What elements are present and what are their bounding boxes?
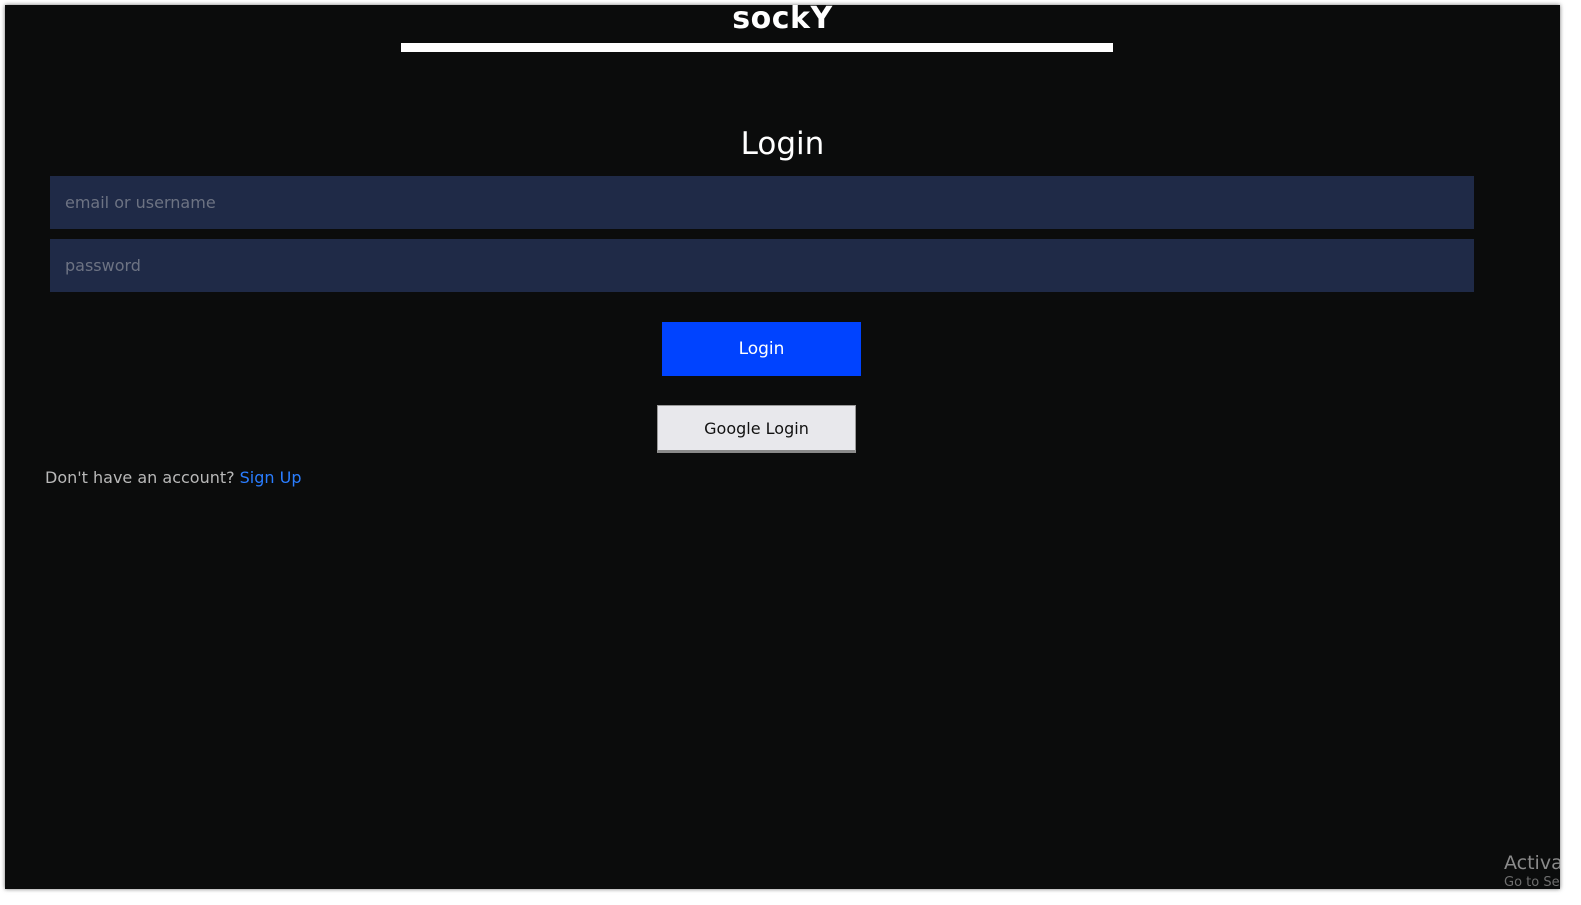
password-input[interactable] xyxy=(50,239,1474,292)
brand-logo: sockY xyxy=(732,5,833,36)
app-window: sockY Login Login Google Login Don't hav… xyxy=(5,5,1560,889)
signup-prompt: Don't have an account? xyxy=(45,468,235,487)
google-login-button[interactable]: Google Login xyxy=(657,405,856,453)
watermark-line-1: Activa xyxy=(1504,852,1560,874)
activation-watermark: Activa Go to Se xyxy=(1504,851,1560,889)
username-input[interactable] xyxy=(50,176,1474,229)
signup-row: Don't have an account? Sign Up xyxy=(45,468,301,487)
login-button[interactable]: Login xyxy=(662,322,861,376)
signup-link[interactable]: Sign Up xyxy=(240,468,302,487)
watermark-line-2: Go to Se xyxy=(1504,875,1560,889)
page-title: Login xyxy=(740,126,825,162)
brand-underline xyxy=(401,43,1113,52)
